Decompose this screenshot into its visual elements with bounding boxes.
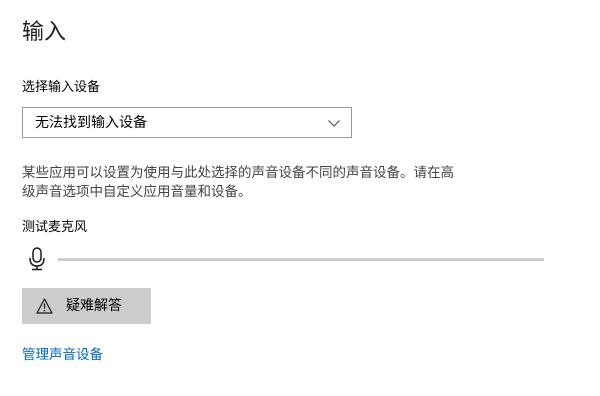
chevron-down-icon bbox=[328, 120, 340, 127]
warning-icon bbox=[36, 298, 53, 314]
input-device-selected-value: 无法找到输入设备 bbox=[35, 115, 147, 131]
description-line-2: 级声音选项中自定义应用音量和设备。 bbox=[22, 184, 252, 200]
troubleshoot-button-label: 疑难解答 bbox=[66, 298, 122, 314]
input-device-description: 某些应用可以设置为使用与此处选择的声音设备不同的声音设备。请在高 级声音选项中自… bbox=[22, 164, 570, 202]
microphone-level-meter bbox=[58, 258, 544, 261]
input-device-dropdown[interactable]: 无法找到输入设备 bbox=[22, 107, 352, 138]
test-microphone-label: 测试麦克风 bbox=[22, 220, 88, 235]
manage-sound-devices-link[interactable]: 管理声音设备 bbox=[22, 346, 103, 364]
microphone-icon bbox=[29, 247, 45, 271]
input-device-label: 选择输入设备 bbox=[22, 80, 101, 95]
troubleshoot-button[interactable]: 疑难解答 bbox=[22, 288, 151, 324]
description-line-1: 某些应用可以设置为使用与此处选择的声音设备不同的声音设备。请在高 bbox=[22, 165, 454, 181]
section-title: 输入 bbox=[22, 20, 67, 45]
